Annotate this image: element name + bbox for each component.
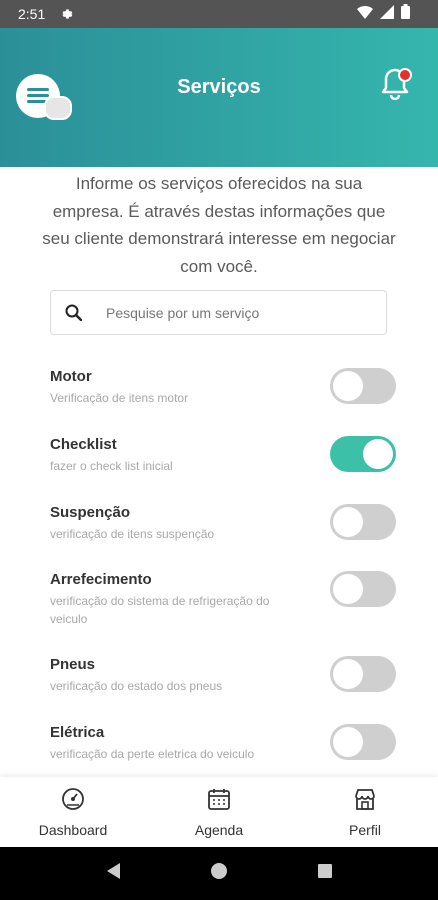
service-item-motor: Motor Verificação de itens motor bbox=[50, 368, 396, 407]
intro-text: Informe os serviços oferecidos na sua em… bbox=[42, 174, 396, 276]
service-item-checklist: Checklist fazer o check list inicial bbox=[50, 436, 396, 475]
store-icon bbox=[353, 787, 377, 816]
service-toggle[interactable] bbox=[330, 504, 396, 540]
back-icon[interactable] bbox=[105, 862, 121, 885]
service-toggle[interactable] bbox=[330, 368, 396, 404]
wifi-icon bbox=[357, 5, 373, 24]
nav-item-perfil[interactable]: Perfil bbox=[292, 777, 438, 847]
service-description: verificação do estado dos pneus bbox=[50, 679, 223, 693]
status-bar: 2:51 bbox=[0, 0, 438, 28]
service-description: fazer o check list inicial bbox=[50, 459, 173, 473]
status-time: 2:51 bbox=[18, 6, 46, 22]
service-item-pneus: Pneus verificação do estado dos pneus bbox=[50, 656, 396, 695]
battery-icon bbox=[401, 4, 410, 24]
service-description: verificação da perte eletrica do veiculo bbox=[50, 747, 255, 761]
service-item-suspencao: Suspenção verificação de itens suspenção bbox=[50, 504, 396, 543]
nav-label: Agenda bbox=[194, 821, 244, 838]
service-toggle[interactable] bbox=[330, 436, 396, 472]
app-header: Serviços bbox=[0, 28, 438, 167]
system-navigation-bar bbox=[0, 847, 438, 900]
dashboard-icon bbox=[61, 787, 85, 816]
nav-item-dashboard[interactable]: Dashboard bbox=[0, 777, 146, 847]
nav-item-agenda[interactable]: Agenda bbox=[146, 777, 292, 847]
signal-icon bbox=[380, 4, 394, 24]
service-description: Verificação de itens motor bbox=[50, 391, 189, 405]
search-box[interactable] bbox=[50, 290, 387, 335]
service-item-eletrica: Elétrica verificação da perte eletrica d… bbox=[50, 724, 396, 763]
recents-icon[interactable] bbox=[317, 863, 333, 884]
service-toggle[interactable] bbox=[330, 571, 396, 607]
nav-label: Dashboard bbox=[38, 821, 108, 838]
bottom-navigation: Dashboard Agenda Perfil bbox=[0, 777, 438, 847]
search-input[interactable] bbox=[104, 303, 368, 322]
service-toggle[interactable] bbox=[330, 724, 396, 760]
service-description: verificação do sistema de refrigeração d… bbox=[50, 594, 270, 626]
menu-badge-icon bbox=[44, 96, 72, 120]
service-description: verificação de itens suspenção bbox=[50, 527, 215, 541]
search-icon bbox=[65, 304, 82, 321]
settings-gear-icon bbox=[59, 7, 73, 21]
page-title: Serviços bbox=[177, 76, 261, 98]
calendar-icon bbox=[207, 787, 231, 816]
service-item-arrefecimento: Arrefecimento verificação do sistema de … bbox=[50, 571, 396, 628]
home-icon[interactable] bbox=[210, 862, 228, 885]
service-toggle[interactable] bbox=[330, 656, 396, 692]
nav-label: Perfil bbox=[349, 821, 381, 838]
notification-dot bbox=[398, 68, 412, 82]
